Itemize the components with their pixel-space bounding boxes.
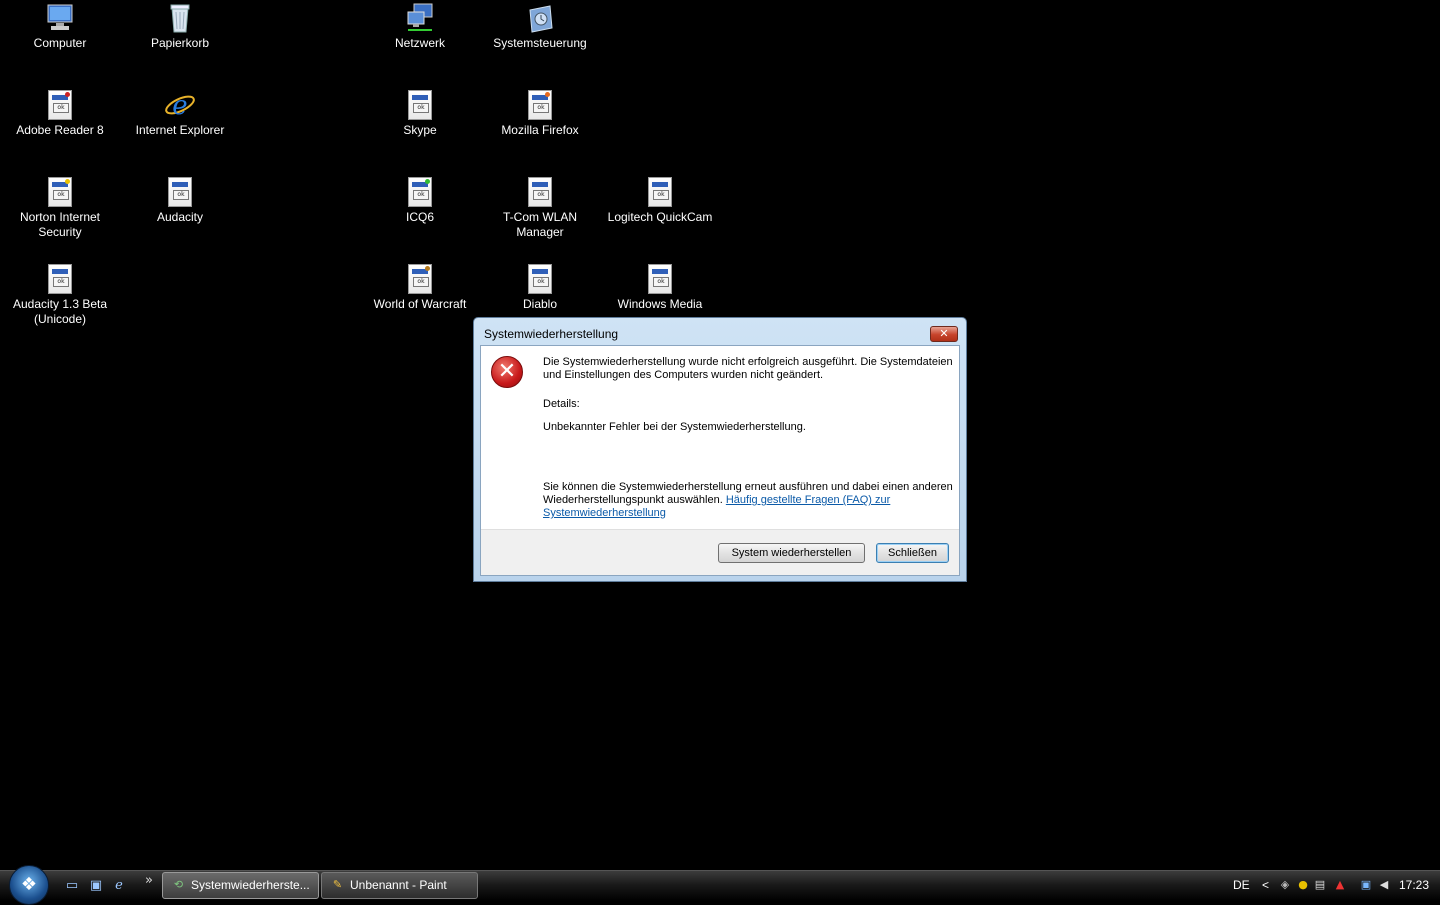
task-button-system-restore[interactable]: ⟲ Systemwiederherste... <box>162 872 319 899</box>
dialog-close-button[interactable]: ✕ <box>930 326 958 342</box>
dialog-footer: System wiederherstellen Schließen <box>481 529 959 575</box>
desktop-icon-label: World of Warcraft <box>373 297 467 311</box>
volume-icon[interactable]: ◀ <box>1377 878 1391 892</box>
desktop-icon-label: Skype <box>403 123 437 137</box>
hint-paragraph: Sie können die Systemwiederherstellung e… <box>543 481 953 520</box>
desktop-icon-internet-explorer[interactable]: e Internet Explorer <box>125 89 235 138</box>
app-shortcut-icon <box>404 89 436 121</box>
close-icon: ✕ <box>939 327 949 340</box>
tray-expand-icon[interactable]: < <box>1262 871 1269 900</box>
desktop-icon-label: Mozilla Firefox <box>501 123 579 137</box>
start-button[interactable]: ❖ <box>9 865 49 905</box>
app-shortcut-icon <box>44 176 76 208</box>
show-desktop-icon[interactable]: ▭ <box>64 878 80 894</box>
desktop-icon-label: Norton Internet Security <box>19 210 101 239</box>
app-shortcut-icon <box>404 176 436 208</box>
app-shortcut-icon <box>644 176 676 208</box>
app-shortcut-icon <box>44 263 76 295</box>
desktop-icon-label: Papierkorb <box>150 36 210 50</box>
network-icon <box>404 2 436 34</box>
svg-text:e: e <box>172 91 187 121</box>
language-indicator[interactable]: DE <box>1233 871 1250 900</box>
details-text: Unbekannter Fehler bei der Systemwiederh… <box>543 421 806 433</box>
app-shortcut-icon <box>644 263 676 295</box>
desktop-icon-wow[interactable]: World of Warcraft <box>365 263 475 312</box>
error-message: Die Systemwiederherstellung wurde nicht … <box>543 356 953 381</box>
internet-explorer-icon[interactable]: e <box>111 878 127 894</box>
app-shortcut-icon <box>404 263 436 295</box>
switch-windows-icon[interactable]: ▣ <box>88 878 104 894</box>
close-button[interactable]: Schließen <box>876 543 949 563</box>
dialog-content: ✕ Die Systemwiederherstellung wurde nich… <box>480 345 960 576</box>
norton-tray-icon[interactable]: ● <box>1296 878 1310 892</box>
app-shortcut-icon <box>524 89 556 121</box>
internet-explorer-icon: e <box>164 89 196 121</box>
quick-launch-more-icon[interactable]: » <box>141 873 157 889</box>
task-label: Systemwiederherste... <box>191 878 310 892</box>
app-shortcut-icon <box>524 176 556 208</box>
computer-icon <box>44 2 76 34</box>
desktop-icon-label: Internet Explorer <box>135 123 225 137</box>
app-shortcut-icon <box>524 263 556 295</box>
network-status-icon[interactable]: ▣ <box>1359 878 1373 892</box>
desktop-icon-adobe-reader[interactable]: Adobe Reader 8 <box>5 89 115 138</box>
tray-app-icon[interactable]: ▤ <box>1313 878 1327 892</box>
desktop-icon-label: Audacity <box>156 210 204 224</box>
desktop-icon-audacity-beta[interactable]: Audacity 1.3 Beta (Unicode) <box>5 263 115 327</box>
desktop-icon-label: Netzwerk <box>394 36 445 50</box>
desktop-icon-firefox[interactable]: Mozilla Firefox <box>485 89 595 138</box>
desktop-icon-label: ICQ6 <box>405 210 434 224</box>
desktop-icon-network[interactable]: Netzwerk <box>365 2 475 51</box>
desktop-icon-control-panel[interactable]: Systemsteuerung <box>485 2 595 51</box>
app-shortcut-icon <box>164 176 196 208</box>
restore-system-button[interactable]: System wiederherstellen <box>718 543 865 563</box>
tray-app-icon[interactable]: ◈ <box>1278 878 1292 892</box>
system-restore-icon: ⟲ <box>173 879 184 891</box>
task-label: Unbenannt - Paint <box>350 878 447 892</box>
desktop-icon-label: Windows Media <box>617 297 703 311</box>
clock[interactable]: 17:23 <box>1399 871 1429 900</box>
desktop-icon-tcom-wlan[interactable]: T-Com WLAN Manager <box>485 176 595 240</box>
windows-logo-icon: ❖ <box>20 874 38 895</box>
system-restore-dialog: Systemwiederherstellung ✕ ✕ Die Systemwi… <box>473 317 967 582</box>
desktop-icon-label: Adobe Reader 8 <box>16 123 104 137</box>
desktop-icon-recycle-bin[interactable]: Papierkorb <box>125 2 235 51</box>
desktop-icon-label: Audacity 1.3 Beta (Unicode) <box>12 297 108 326</box>
task-button-paint[interactable]: ✎ Unbenannt - Paint <box>321 872 478 899</box>
desktop-icon-label: Computer <box>33 36 87 50</box>
dialog-title: Systemwiederherstellung <box>484 327 619 341</box>
error-icon: ✕ <box>491 356 523 388</box>
desktop-icon-windows-media[interactable]: Windows Media <box>605 263 715 312</box>
details-label: Details: <box>543 398 580 410</box>
tray-app-icon[interactable]: ▲ <box>1333 878 1347 892</box>
paint-icon: ✎ <box>332 879 343 891</box>
app-shortcut-icon <box>44 89 76 121</box>
desktop-icon-norton[interactable]: Norton Internet Security <box>5 176 115 240</box>
desktop-icon-label: T-Com WLAN Manager <box>502 210 577 239</box>
desktop-icon-audacity[interactable]: Audacity <box>125 176 235 225</box>
desktop-icon-label: Systemsteuerung <box>493 36 587 50</box>
desktop-icon-skype[interactable]: Skype <box>365 89 475 138</box>
desktop-icon-label: Logitech QuickCam <box>607 210 713 224</box>
desktop-icon-computer[interactable]: Computer <box>5 2 115 51</box>
desktop-icon-diablo[interactable]: Diablo <box>485 263 595 312</box>
control-panel-icon <box>524 2 556 34</box>
desktop-icon-icq[interactable]: ICQ6 <box>365 176 475 225</box>
recycle-bin-icon <box>164 2 196 34</box>
desktop-icon-logitech[interactable]: Logitech QuickCam <box>605 176 715 225</box>
taskbar: ❖ ▭ ▣ e » ⟲ Systemwiederherste... ✎ Unbe… <box>0 865 1440 905</box>
desktop-icon-label: Diablo <box>522 297 558 311</box>
